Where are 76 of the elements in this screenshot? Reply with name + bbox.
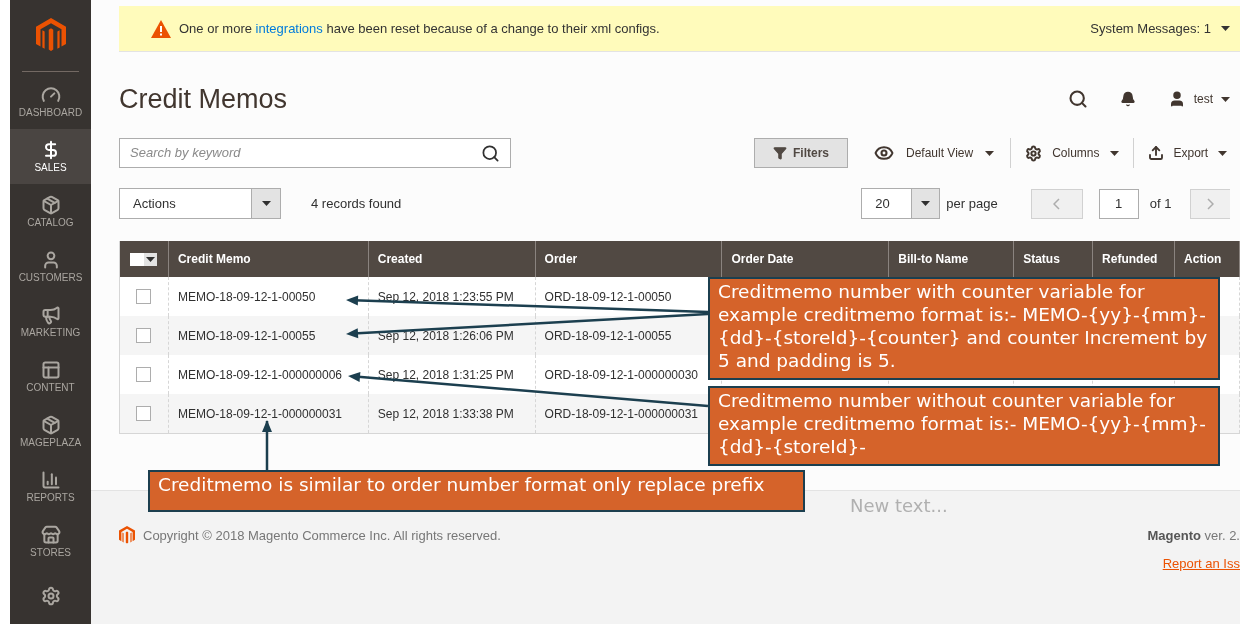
table-cell-text: MEMO-18-09-12-1-00055 — [177, 327, 316, 345]
megaphone-icon — [40, 305, 61, 326]
layout-icon — [40, 360, 61, 380]
table-cell-text: ORD-18-09-12-1-000000031 — [544, 405, 699, 423]
table-cell-text: ORD-18-09-12-1-00050 — [544, 288, 672, 306]
table-cell-text: ORD-18-09-12-1-000000030 — [544, 366, 699, 384]
caret-icon — [1221, 96, 1230, 102]
caret-icon — [921, 201, 931, 206]
columns-dropdown[interactable]: Columns — [1025, 144, 1119, 162]
per-page-label: per page — [946, 194, 998, 213]
select-all-checkbox[interactable] — [130, 252, 158, 266]
store-icon — [40, 524, 61, 545]
version-text: Magento ver. 2. — [1147, 527, 1240, 545]
nav-item[interactable]: CONTENT — [10, 349, 91, 404]
box-icon — [40, 195, 61, 216]
records-count: 4 records found — [311, 194, 402, 213]
caret-icon — [146, 256, 156, 262]
nav-item[interactable]: REPORTS — [10, 459, 91, 514]
next-page-button[interactable] — [1190, 188, 1231, 219]
nav-item[interactable]: SALES — [10, 129, 91, 185]
chevron-left-icon — [1053, 197, 1061, 210]
user-menu[interactable]: test — [1167, 90, 1230, 108]
export-dropdown[interactable]: Export — [1147, 144, 1228, 162]
caret-icon — [1218, 150, 1228, 156]
chevron-right-icon — [1207, 197, 1215, 210]
page-number-field[interactable]: 1 — [1098, 188, 1139, 219]
view-dropdown[interactable]: Default View — [874, 143, 995, 163]
caret-icon — [985, 150, 995, 156]
filters-button[interactable]: Filters — [754, 138, 848, 168]
bar-chart-icon — [40, 470, 61, 490]
page-total: of 1 — [1149, 194, 1172, 213]
search-field[interactable]: Search by keyword — [119, 138, 511, 168]
annotation-callout: Creditmemo is similar to order number format only replace prefix — [148, 470, 805, 512]
previous-page-button[interactable] — [1030, 188, 1083, 219]
row-checkbox[interactable] — [136, 289, 152, 304]
warning-icon — [151, 19, 171, 38]
box-icon — [40, 415, 61, 435]
nav-item[interactable]: DASHBOARD — [10, 74, 91, 130]
logo-icon — [119, 526, 135, 545]
search-input[interactable]: Search by keyword — [130, 143, 481, 163]
system-messages-toggle[interactable]: System Messages: 1 — [1090, 18, 1230, 39]
integrations-link[interactable]: integrations — [255, 20, 323, 36]
nav-item[interactable]: CATALOG — [10, 184, 91, 240]
annotation-text: New text... — [850, 494, 948, 518]
table-cell-text: MEMO-18-09-12-1-00050 — [177, 288, 316, 306]
annotation-callout: Creditmemo number with counter variable for example creditmemo format is:- MEMO-{yy}-{mm}-{dd}-{storeId}-{counter} and counter Increment by 5 and padding is 5. — [708, 277, 1220, 380]
table-cell-text: MEMO-18-09-12-1-000000006 — [177, 366, 343, 384]
gear-icon — [1025, 144, 1043, 162]
row-checkbox[interactable] — [136, 406, 152, 421]
page-title: Credit Memos — [119, 82, 288, 116]
caret-icon — [1109, 150, 1119, 156]
settings-icon — [40, 586, 61, 607]
row-checkbox[interactable] — [136, 367, 152, 382]
table-cell-text: MEMO-18-09-12-1-000000031 — [177, 405, 343, 423]
eye-icon — [874, 143, 894, 163]
annotation-callout: Creditmemo number without counter variable for example creditmemo format is:- MEMO-{yy}-{mm}-{dd}-{storeId}- — [708, 386, 1220, 466]
funnel-icon — [773, 146, 787, 160]
nav-item[interactable]: MARKETING — [10, 294, 91, 350]
search-icon[interactable] — [1067, 89, 1088, 109]
upload-icon — [1147, 145, 1164, 161]
logo-icon — [35, 18, 66, 53]
search-icon[interactable] — [481, 143, 500, 163]
table-cell-text: ORD-18-09-12-1-00055 — [544, 327, 672, 345]
copyright-text: Copyright © 2018 Magento Commerce Inc. All rights reserved. — [143, 527, 501, 545]
nav-item[interactable]: MAGEPLAZA — [10, 404, 91, 459]
nav-item[interactable]: STORES — [10, 514, 91, 569]
notification-icon[interactable] — [1119, 91, 1136, 107]
nav-item[interactable]: CUSTOMERS — [10, 239, 91, 295]
table-cell-text: Sep 12, 2018 1:33:38 PM — [377, 405, 514, 423]
per-page-select[interactable]: 20 — [861, 188, 941, 219]
row-checkbox[interactable] — [136, 328, 152, 343]
system-message-text: One or more integrations have been reset because of a change to their xml configs. — [179, 19, 660, 38]
caret-icon — [261, 201, 271, 206]
actions-dropdown[interactable]: Actions — [119, 188, 281, 219]
caret-icon — [1221, 26, 1230, 31]
arrow — [262, 420, 272, 470]
